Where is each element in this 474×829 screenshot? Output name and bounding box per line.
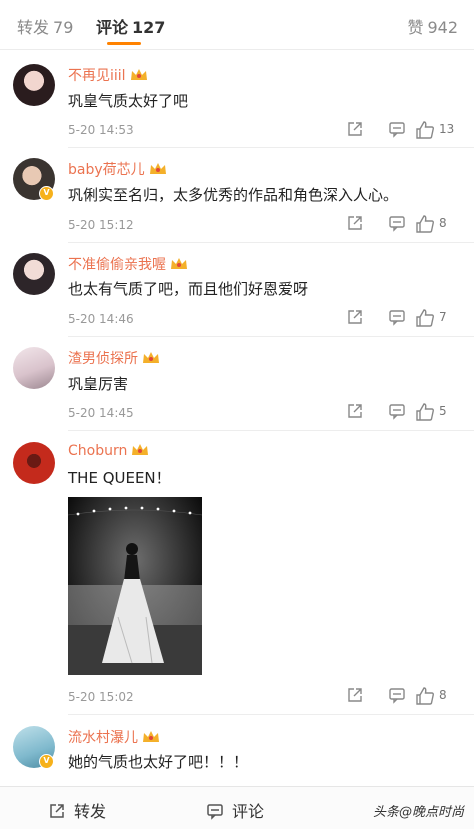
tab-repost[interactable]: 转发 79 <box>17 14 73 38</box>
comment-actions: 5 <box>310 402 460 422</box>
active-tab-indicator <box>107 42 141 45</box>
comment-actions: 13 <box>310 120 460 140</box>
like-count: 5 <box>439 404 447 418</box>
comment-label: 评论 <box>232 802 265 821</box>
like-count: 7 <box>439 310 447 324</box>
divider <box>68 336 474 337</box>
avatar[interactable] <box>13 64 55 106</box>
repost-button[interactable]: 转发 <box>48 798 106 822</box>
share-icon[interactable] <box>346 120 364 140</box>
comment-photo[interactable] <box>68 497 202 675</box>
username-text: 不再见iiil <box>68 68 126 84</box>
tab-bar: 转发 79 评论 127 赞 942 <box>0 0 474 50</box>
share-icon[interactable] <box>346 214 364 234</box>
like-button[interactable]: 7 <box>415 308 460 328</box>
username-text: Choburn <box>68 443 128 459</box>
avatar[interactable] <box>13 347 55 389</box>
tab-comment-label: 评论 <box>96 18 129 37</box>
avatar[interactable] <box>13 253 55 295</box>
tab-repost-label: 转发 <box>17 18 50 37</box>
comment-time: 5-20 15:02 <box>68 690 134 704</box>
repost-label: 转发 <box>74 802 107 821</box>
comment-username[interactable]: 渣男侦探所 <box>68 348 160 368</box>
reply-icon[interactable] <box>388 214 406 234</box>
share-icon[interactable] <box>346 402 364 422</box>
comment-time: 5-20 14:53 <box>68 123 134 137</box>
thumbs-up-icon <box>416 687 434 705</box>
comment-button[interactable]: 评论 <box>206 798 264 822</box>
comment-text: 巩皇厉害 <box>68 375 129 393</box>
like-count: 13 <box>439 122 455 136</box>
comment-username[interactable]: baby荷芯儿 <box>68 159 167 179</box>
comment-text: 巩俐实至名归，太多优秀的作品和角色深入人心。 <box>68 186 399 204</box>
comment-username[interactable]: Choburn <box>68 443 149 459</box>
thumbs-up-icon <box>416 309 434 327</box>
like-count: 8 <box>439 216 447 230</box>
like-button[interactable]: 13 <box>415 120 460 140</box>
bottom-action-bar: 转发 评论 头条@晚点时尚 <box>0 786 474 829</box>
divider <box>68 147 474 148</box>
tab-like[interactable]: 赞 942 <box>407 14 458 38</box>
divider <box>68 714 474 715</box>
watermark: 头条@晚点时尚 <box>372 805 464 820</box>
verified-badge-icon: V <box>39 186 54 201</box>
comment-time: 5-20 14:45 <box>68 406 134 420</box>
like-count: 8 <box>439 688 447 702</box>
tab-like-count: 942 <box>427 18 458 37</box>
reply-icon[interactable] <box>388 686 406 706</box>
comment-actions: 7 <box>310 308 460 328</box>
like-button[interactable]: 8 <box>415 686 460 706</box>
comment-username[interactable]: 流水村瀑儿 <box>68 727 160 747</box>
fan-crown-icon <box>132 444 149 455</box>
tab-comment[interactable]: 评论 127 <box>96 14 165 38</box>
comment-actions: 8 <box>310 214 460 234</box>
photo-image <box>68 497 202 675</box>
repost-icon <box>50 804 64 818</box>
like-button[interactable]: 8 <box>415 214 460 234</box>
comment-actions: 8 <box>310 686 460 706</box>
username-text: 渣男侦探所 <box>68 351 138 367</box>
divider <box>68 430 474 431</box>
thumbs-up-icon <box>416 121 434 139</box>
share-icon[interactable] <box>346 686 364 706</box>
fan-crown-icon <box>143 731 159 742</box>
reply-icon[interactable] <box>388 402 406 422</box>
comment-icon <box>207 804 223 820</box>
fan-crown-icon <box>143 352 159 363</box>
fan-crown-icon <box>130 69 147 80</box>
comment-username[interactable]: 不再见iiil <box>68 65 148 85</box>
comment-text: 她的气质也太好了吧！！！ <box>68 753 249 771</box>
reply-icon[interactable] <box>388 308 406 328</box>
comment-time: 5-20 15:12 <box>68 218 134 232</box>
avatar[interactable] <box>13 442 55 484</box>
share-icon[interactable] <box>346 308 364 328</box>
tab-repost-count: 79 <box>53 18 74 37</box>
verified-badge-icon: V <box>39 754 54 769</box>
comment-text: 巩皇气质太好了吧 <box>68 92 189 110</box>
thumbs-up-icon <box>416 403 434 421</box>
fan-crown-icon <box>171 258 187 269</box>
comment-text: THE QUEEN！ <box>68 469 171 487</box>
tab-comment-count: 127 <box>132 18 166 37</box>
fan-crown-icon <box>149 163 166 174</box>
thumbs-up-icon <box>416 215 434 233</box>
tab-like-label: 赞 <box>407 18 424 37</box>
username-text: 流水村瀑儿 <box>68 730 138 746</box>
reply-icon[interactable] <box>388 120 406 140</box>
username-text: baby荷芯儿 <box>68 162 145 178</box>
comment-username[interactable]: 不准偷偷亲我喔 <box>68 254 188 274</box>
comment-time: 5-20 14:46 <box>68 312 134 326</box>
divider <box>68 242 474 243</box>
like-button[interactable]: 5 <box>415 402 460 422</box>
comment-text: 也太有气质了吧，而且他们好恩爱呀 <box>68 280 309 298</box>
username-text: 不准偷偷亲我喔 <box>68 257 166 273</box>
